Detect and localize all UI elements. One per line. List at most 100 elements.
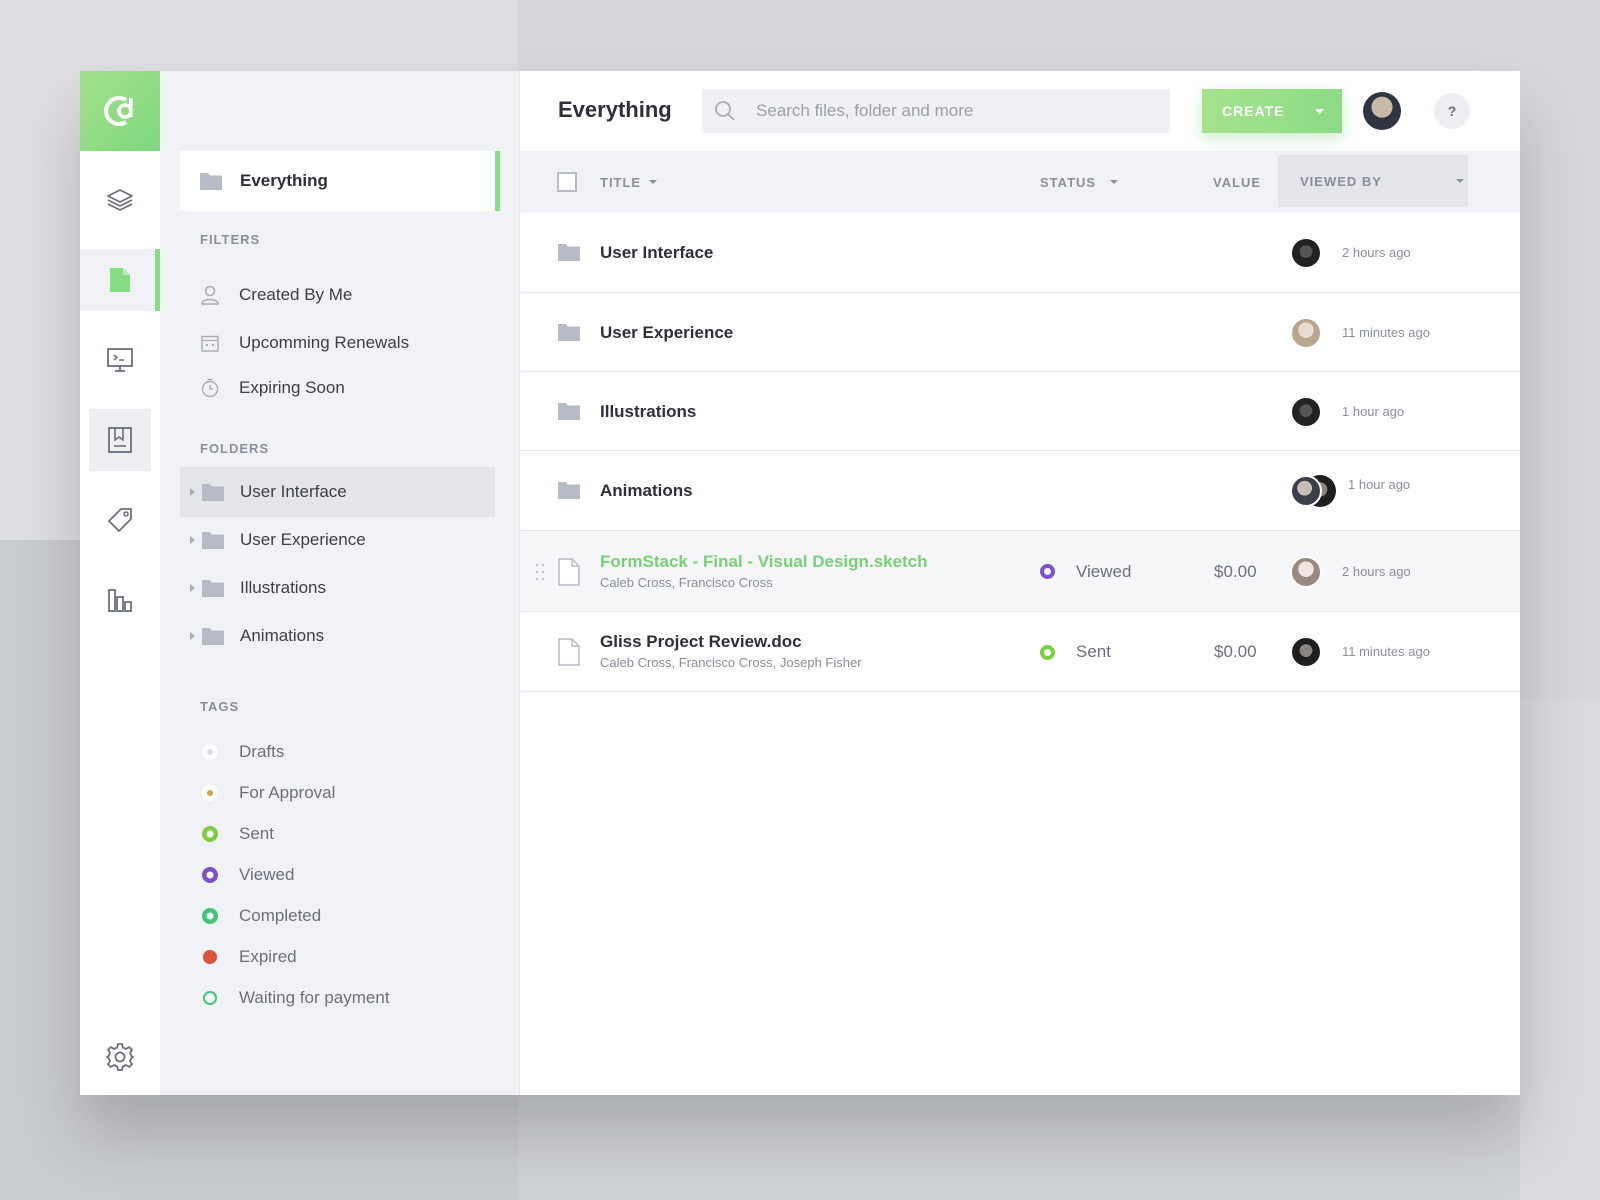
folder-row[interactable]: User Interface 2 hours ago xyxy=(520,213,1520,293)
tag-label: Sent xyxy=(239,824,274,843)
tag-label: For Approval xyxy=(239,783,336,802)
drag-handle-icon[interactable] xyxy=(535,563,545,581)
sidebar-folder-animations[interactable]: Animations xyxy=(180,611,495,661)
filter-expiring-soon[interactable]: Expiring Soon xyxy=(200,373,345,403)
column-status-label: STATUS xyxy=(1040,174,1097,190)
viewed-time: 1 hour ago xyxy=(1348,477,1411,492)
rail-bookmarks[interactable] xyxy=(89,409,151,471)
chevron-down-icon[interactable] xyxy=(1314,108,1324,114)
viewer-avatar[interactable] xyxy=(1290,395,1322,428)
status-label: Sent xyxy=(1076,642,1111,661)
viewer-avatar[interactable] xyxy=(1290,475,1322,507)
tag-icon xyxy=(108,508,132,532)
rail-documents[interactable] xyxy=(80,249,160,311)
create-button[interactable]: CREATE xyxy=(1202,89,1342,133)
row-title[interactable]: Illustrations xyxy=(600,402,696,422)
folder-icon xyxy=(558,402,580,420)
calendar-icon xyxy=(200,334,220,352)
bar-chart-icon xyxy=(108,589,132,612)
presentation-icon xyxy=(107,348,133,372)
tag-item[interactable]: Drafts xyxy=(200,737,284,767)
app-logo[interactable] xyxy=(80,71,160,151)
help-button[interactable]: ? xyxy=(1434,93,1470,129)
folder-row[interactable]: User Experience 11 minutes ago xyxy=(520,293,1520,372)
folder-label: Animations xyxy=(240,626,325,645)
folder-row[interactable]: Illustrations 1 hour ago xyxy=(520,372,1520,451)
viewer-avatar[interactable] xyxy=(1290,555,1322,588)
sidebar-folder-illustrations[interactable]: Illustrations xyxy=(180,563,495,613)
filter-label: Expiring Soon xyxy=(239,378,345,397)
filter-label: Upcomming Renewals xyxy=(239,333,410,352)
tag-item[interactable]: Expired xyxy=(200,942,297,972)
file-row[interactable]: FormStack - Final - Visual Design.sketch… xyxy=(520,531,1520,612)
viewer-avatar[interactable] xyxy=(1290,636,1322,668)
row-title[interactable]: Gliss Project Review.doc xyxy=(600,632,802,652)
tag-item[interactable]: Sent xyxy=(200,819,274,849)
logo-icon xyxy=(104,96,133,126)
folder-icon xyxy=(202,579,224,597)
row-title[interactable]: FormStack - Final - Visual Design.sketch xyxy=(600,552,928,572)
folder-icon xyxy=(202,483,224,501)
row-value: $0.00 xyxy=(1214,642,1257,661)
caret-right-icon[interactable] xyxy=(182,536,202,544)
user-avatar[interactable] xyxy=(1363,92,1401,130)
main-panel: Everything CREATE ? TITLE STATUS xyxy=(520,71,1520,1095)
viewer-avatar[interactable] xyxy=(1290,316,1322,349)
viewed-time: 11 minutes ago xyxy=(1342,644,1430,659)
column-value[interactable]: VALUE xyxy=(1213,151,1261,213)
tag-item[interactable]: Viewed xyxy=(200,860,294,890)
rail-settings[interactable] xyxy=(80,1037,160,1077)
rail-tags[interactable] xyxy=(80,489,160,551)
tag-item[interactable]: Waiting for payment xyxy=(200,983,390,1013)
row-title[interactable]: Animations xyxy=(600,481,693,501)
viewer-avatar[interactable] xyxy=(1290,237,1322,269)
rail-layers[interactable] xyxy=(80,169,160,231)
column-title[interactable]: TITLE xyxy=(600,151,658,213)
file-row[interactable]: Gliss Project Review.doc Caleb Cross, Fra… xyxy=(520,612,1520,692)
sort-arrow-icon xyxy=(649,180,658,184)
tag-dot-icon xyxy=(200,824,220,844)
sidebar-folder-user-experience[interactable]: User Experience xyxy=(180,515,495,565)
viewed-time: 1 hour ago xyxy=(1342,403,1405,419)
sidebar-folder-user-interface[interactable]: User Interface xyxy=(180,467,495,517)
tag-item[interactable]: For Approval xyxy=(200,778,335,808)
column-title-label: TITLE xyxy=(600,174,642,190)
row-value: $0.00 xyxy=(1214,561,1257,581)
row-title[interactable]: User Experience xyxy=(600,323,733,343)
status-label: Viewed xyxy=(1076,561,1132,581)
sidebar-item-everything[interactable]: Everything xyxy=(180,151,500,211)
folder-icon xyxy=(558,482,580,499)
rail-reports[interactable] xyxy=(80,569,160,631)
column-status[interactable]: STATUS xyxy=(1040,151,1119,213)
settings-icon xyxy=(106,1043,134,1071)
document-icon xyxy=(110,268,130,292)
folders-heading: FOLDERS xyxy=(200,441,270,456)
folder-icon xyxy=(558,323,580,341)
filter-created-by-me[interactable]: Created By Me xyxy=(200,280,352,310)
search-input[interactable] xyxy=(756,101,1136,121)
column-value-label: VALUE xyxy=(1213,174,1262,190)
table-header: TITLE STATUS VALUE VIEWED BY xyxy=(520,151,1520,213)
caret-right-icon[interactable] xyxy=(182,632,202,640)
tag-item[interactable]: Completed xyxy=(200,901,321,931)
rail-presentations[interactable] xyxy=(80,329,160,391)
select-all-checkbox[interactable] xyxy=(557,172,577,192)
filter-label: Created By Me xyxy=(239,285,353,304)
filter-upcoming-renewals[interactable]: Upcomming Renewals xyxy=(200,328,409,358)
folder-icon xyxy=(558,244,580,261)
tag-dot-icon xyxy=(200,742,220,762)
folder-row[interactable]: Animations 1 hour ago xyxy=(520,451,1520,531)
top-bar: Everything CREATE ? xyxy=(520,71,1520,151)
row-title[interactable]: User Interface xyxy=(600,243,713,263)
column-viewed-by[interactable]: VIEWED BY xyxy=(1278,155,1468,207)
caret-right-icon[interactable] xyxy=(182,584,202,592)
folder-icon xyxy=(202,627,224,645)
search-box[interactable] xyxy=(702,89,1170,133)
tag-label: Waiting for payment xyxy=(239,988,390,1007)
caret-right-icon[interactable] xyxy=(182,488,202,496)
create-label: CREATE xyxy=(1222,103,1285,119)
app-window: Everything FILTERS Created By Me Upcommi… xyxy=(80,71,1520,1095)
viewed-time: 2 hours ago xyxy=(1342,563,1411,579)
user-icon xyxy=(200,285,220,305)
folder-label: User Experience xyxy=(240,530,366,549)
